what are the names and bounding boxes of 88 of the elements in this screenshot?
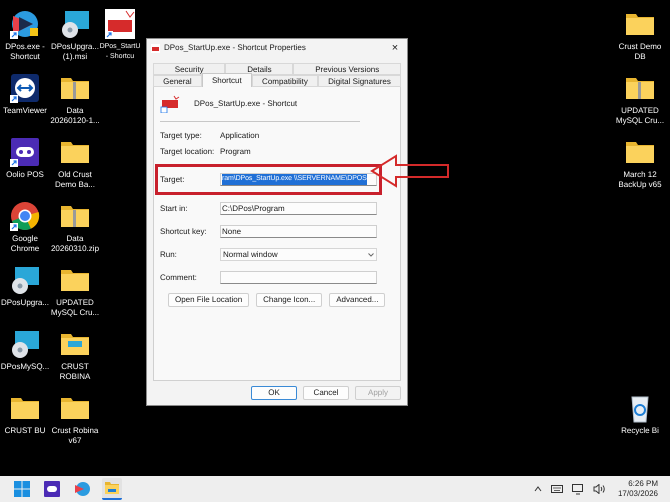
icon-label: DPosMySQ... — [0, 362, 50, 372]
field-label: Target: — [160, 174, 186, 186]
tab[interactable]: Previous Versions — [293, 63, 401, 75]
tab[interactable]: Digital Signatures — [318, 75, 402, 87]
icon-label: ROBINA — [60, 372, 90, 382]
icon-label: Crust Robina — [52, 426, 98, 436]
icon-label: MySQL Cru... — [616, 116, 664, 126]
clock[interactable]: 6:26 PM 17/03/2026 — [618, 479, 658, 499]
icon-label: Old Crust — [58, 170, 92, 180]
run-dropdown[interactable]: Normal window — [220, 248, 377, 261]
desktop-icon[interactable] — [9, 200, 41, 232]
tab[interactable]: Compatibility — [252, 75, 318, 87]
input-field[interactable]: None — [220, 225, 377, 238]
oolio-icon — [9, 136, 41, 168]
icon-label: BackUp v65 — [618, 180, 662, 190]
desktop-icon[interactable] — [9, 264, 41, 296]
keyboard-icon[interactable] — [550, 485, 563, 493]
field-label: Comment: — [160, 272, 198, 284]
icon-label: Demo Ba... — [54, 180, 95, 190]
monitor-icon[interactable] — [572, 484, 584, 494]
icon-label: DPosUpgra... — [50, 42, 100, 52]
input-field[interactable] — [220, 271, 377, 284]
tab[interactable]: General — [153, 75, 202, 87]
action-button[interactable]: Advanced... — [329, 293, 386, 307]
icon-label: DPos.exe - — [5, 42, 45, 52]
icon-label: 20260310.zip — [50, 244, 100, 254]
oolio-icon — [44, 481, 60, 497]
desktop-icon[interactable] — [9, 328, 41, 360]
tab[interactable]: Security — [153, 63, 226, 75]
icon-label: Data — [66, 106, 84, 116]
field-label: Shortcut key: — [160, 226, 208, 238]
icon-label: CRUST BU — [4, 426, 46, 436]
icon-label: MySQL Cru... — [50, 308, 100, 318]
dialog-button[interactable]: Cancel — [303, 386, 349, 400]
close-button[interactable]: × — [387, 42, 403, 54]
field-label: Start in: — [160, 202, 189, 214]
chrome-icon — [9, 200, 41, 232]
icon-label: UPDATED — [621, 106, 659, 116]
chevron-down-icon — [368, 252, 374, 256]
info-label: Target location: — [160, 146, 216, 158]
icon-label: UPDATED — [56, 298, 94, 308]
icon-label: 20260120-1... — [50, 116, 100, 126]
tab[interactable]: Details — [225, 63, 294, 75]
teamviewer-icon — [9, 72, 41, 104]
chevron-up-icon[interactable] — [534, 486, 542, 492]
desktop-icon[interactable] — [9, 72, 41, 104]
play-icon — [9, 8, 41, 40]
icon-label: Chrome — [10, 244, 40, 254]
action-button[interactable]: Open File Location — [168, 293, 250, 307]
icon-label: Crust Demo — [618, 42, 662, 52]
windows-icon — [14, 481, 30, 497]
icon-label: v67 — [68, 436, 82, 446]
info-value: Program — [220, 146, 251, 158]
taskbar-button[interactable] — [42, 478, 62, 500]
icon-label: DPosUpgra... — [0, 298, 50, 308]
tab[interactable]: Shortcut — [202, 73, 252, 87]
icon-label: (1).msi — [62, 52, 88, 62]
installer-icon — [9, 264, 41, 296]
logo-icon — [151, 44, 160, 52]
window-title: DPos_StartUp.exe - Shortcut Properties — [164, 42, 307, 54]
desktop-icon[interactable] — [9, 136, 41, 168]
installer-icon — [9, 328, 41, 360]
dialog-button[interactable]: OK — [251, 386, 297, 400]
icon-label: DB — [634, 52, 646, 62]
desktop-icon[interactable] — [104, 8, 136, 40]
icon-label: March 12 — [623, 170, 657, 180]
info-label: Target type: — [160, 130, 203, 142]
taskbar-button[interactable] — [102, 478, 122, 500]
logo-icon — [160, 95, 180, 113]
icon-label: Shortcut — [10, 52, 40, 62]
icon-label: TeamViewer — [3, 106, 47, 116]
icon-label: CRUST — [61, 362, 89, 372]
icon-label: Recycle Bi — [621, 426, 659, 436]
logo-icon — [104, 8, 136, 40]
installer-icon — [59, 8, 91, 40]
shortcut-name: DPos_StartUp.exe - Shortcut — [194, 98, 298, 110]
volume-icon[interactable] — [592, 484, 605, 494]
action-button[interactable]: Change Icon... — [256, 293, 322, 307]
desktop-icon[interactable] — [59, 8, 91, 40]
field-label: Run: — [160, 248, 178, 260]
play-icon — [74, 481, 90, 497]
folder-icon — [104, 480, 120, 496]
input-field[interactable]: C:\DPos\Program — [220, 202, 377, 215]
icon-label: Google — [12, 234, 38, 244]
icon-label: Data — [66, 234, 84, 244]
icon-label: Oolio POS — [6, 170, 44, 180]
desktop-icon[interactable] — [9, 8, 41, 40]
info-value: Application — [220, 130, 260, 142]
